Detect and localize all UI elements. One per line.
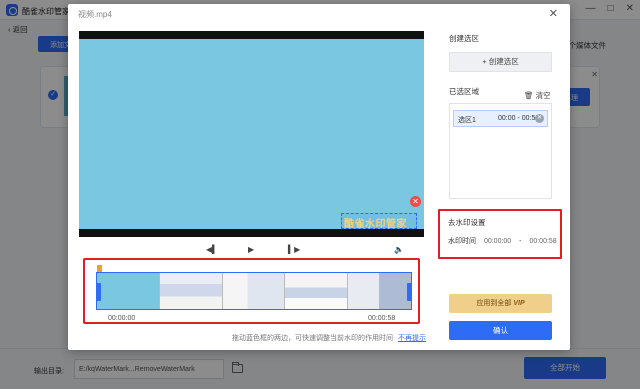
remove-selection-icon[interactable]: ✕ — [535, 114, 544, 123]
trim-handle-left[interactable] — [96, 283, 101, 301]
create-selection-button[interactable]: + 创建选区 — [449, 52, 552, 72]
timeline-thumbnail — [159, 273, 223, 309]
next-frame-icon[interactable]: ▍▶ — [288, 245, 300, 254]
dismiss-hint-link[interactable]: 不再提示 — [398, 333, 426, 343]
timeline-strip[interactable] — [96, 272, 412, 310]
delete-selection-icon[interactable]: ✕ — [410, 196, 421, 207]
wm-time-start[interactable]: 00:00:00 — [484, 238, 511, 245]
video-frame: 酷雀水印管家 — [79, 39, 424, 230]
trim-handle-right[interactable] — [407, 283, 412, 301]
create-section-label: 创建选区 — [449, 34, 479, 43]
selected-section-label: 已选区域 — [449, 87, 479, 96]
watermark-selection-box[interactable]: 酷雀水印管家 — [341, 213, 417, 230]
selection-name: 选区1 — [458, 117, 476, 124]
selection-item[interactable]: 选区1 00:00 - 00:58 ✕ — [453, 110, 548, 127]
timeline-start-time: 00:00:00 — [108, 315, 136, 322]
edit-dialog: 视频.mp4 ✕ 酷雀水印管家 ✕ ◀▍ ▶ ▍▶ 🔈 00:00:00 00:… — [68, 4, 570, 350]
confirm-button[interactable]: 确认 — [449, 321, 552, 340]
watermark-text: 酷雀水印管家 — [344, 219, 407, 230]
previous-frame-icon[interactable]: ◀▍ — [206, 245, 218, 254]
selection-range: 00:00 - 00:58 — [498, 115, 540, 122]
volume-icon[interactable]: 🔈 — [394, 245, 404, 254]
wm-time-label: 水印时间 — [448, 238, 476, 245]
timeline-end-time: 00:00:58 — [368, 315, 396, 322]
video-player: 酷雀水印管家 ✕ — [79, 31, 424, 237]
play-icon[interactable]: ▶ — [248, 245, 254, 254]
hint-text: 拖动蓝色框的两边，可快速调整当前水印的作用时间 — [232, 335, 393, 342]
remove-settings-label: 去水印设置 — [448, 218, 486, 227]
dialog-title: 视频.mp4 — [78, 10, 112, 19]
trash-icon: 🗑 — [524, 91, 534, 100]
close-dialog-icon[interactable]: ✕ — [549, 7, 558, 20]
clear-button[interactable]: 🗑 清空 — [524, 90, 551, 101]
watermark-time-row: 水印时间 00:00:00 - 00:00:58 — [448, 236, 557, 246]
wm-time-end[interactable]: 00:00:58 — [529, 238, 556, 245]
timeline-thumbnail — [97, 273, 160, 309]
timeline-thumbnail — [285, 273, 349, 309]
apply-all-button[interactable]: 应用到全部 VIP — [449, 294, 552, 313]
playhead-marker[interactable] — [97, 265, 102, 272]
vip-badge: VIP — [513, 300, 525, 307]
wm-time-separator: - — [519, 238, 522, 245]
clear-label: 清空 — [535, 91, 551, 100]
timeline-thumbnail — [348, 273, 411, 309]
timeline-thumbnail — [222, 273, 286, 309]
apply-all-label: 应用到全部 — [476, 300, 512, 307]
